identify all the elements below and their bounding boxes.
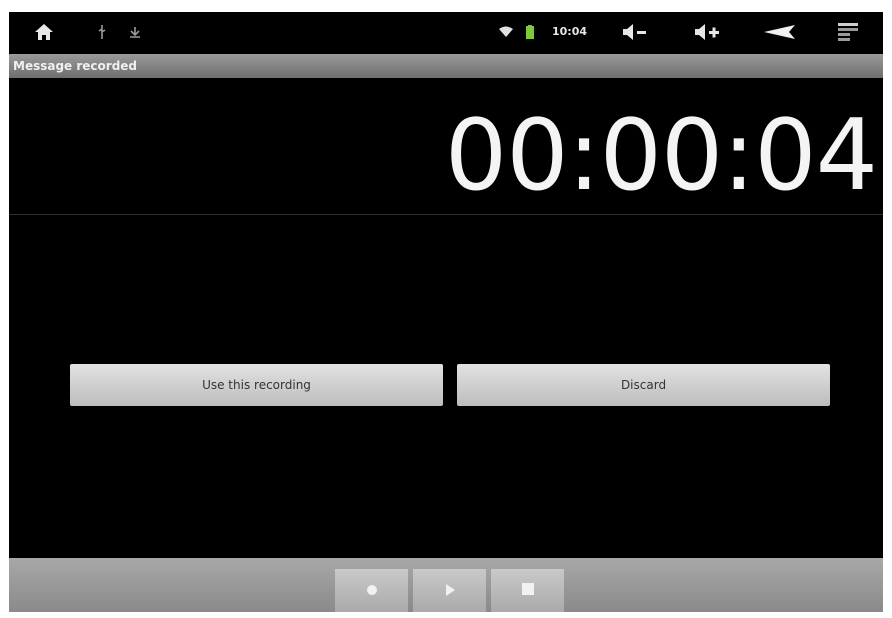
menu-icon[interactable] [835,12,861,52]
battery-icon [525,12,535,52]
stop-button[interactable] [491,569,564,612]
volume-up-icon[interactable] [691,12,725,52]
wifi-icon [497,12,515,52]
usb-icon [95,12,109,52]
title-bar: Message recorded [9,54,883,78]
status-bar: 10:04 [9,12,883,52]
record-button[interactable] [335,569,408,612]
home-icon[interactable] [31,12,57,52]
record-icon [365,582,379,601]
download-icon [127,12,143,52]
elapsed-time: 00:00:04 [444,99,878,213]
divider [9,214,883,215]
use-recording-button[interactable]: Use this recording [70,364,443,406]
play-button[interactable] [413,569,486,612]
back-icon[interactable] [759,12,799,52]
page-title: Message recorded [13,59,138,73]
stop-icon [520,581,536,601]
volume-down-icon[interactable] [619,12,651,52]
discard-button[interactable]: Discard [457,364,830,406]
play-icon [443,582,457,601]
device-screen: 10:04 Message recorded 00:00:04 Use this… [9,12,883,612]
status-clock: 10:04 [552,25,588,38]
